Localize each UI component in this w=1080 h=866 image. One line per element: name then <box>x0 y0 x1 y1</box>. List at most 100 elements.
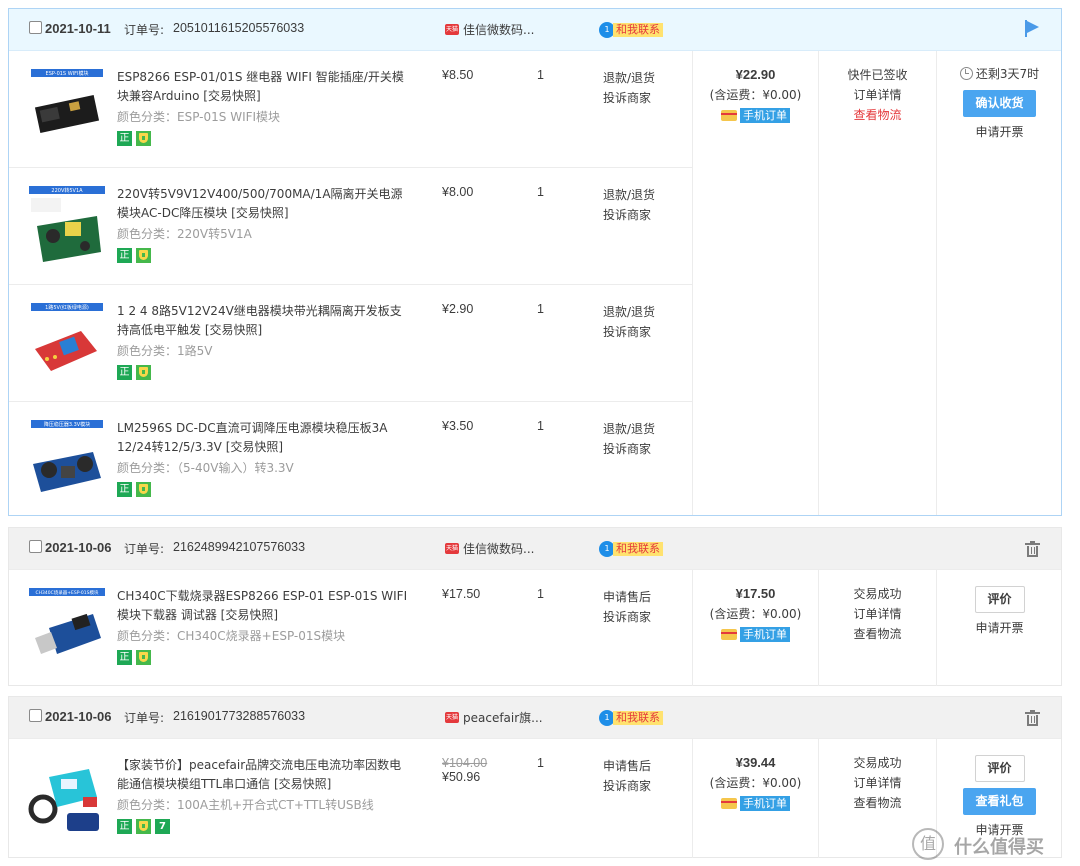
shield-icon[interactable] <box>136 819 151 834</box>
complain-link[interactable]: 投诉商家 <box>603 88 655 108</box>
product-title-link[interactable]: 【家装节价】peacefair品牌交流电压电流功率因数电能通信模块模组TTL串口… <box>117 756 412 794</box>
shield-icon[interactable] <box>136 650 151 665</box>
quantity: 1 <box>537 68 544 82</box>
product-image[interactable]: ESP-01S WIFI模块 <box>27 69 107 149</box>
list-item: 【家装节价】peacefair品牌交流电压电流功率因数电能通信模块模组TTL串口… <box>9 739 692 858</box>
product-image[interactable]: 220V转5V1A <box>27 186 107 266</box>
order-number: 2161901773288576033 <box>173 709 306 723</box>
product-title-link[interactable]: CH340C下载烧录器ESP8266 ESP-01 ESP-01S WIFI模块… <box>117 587 412 625</box>
order-body: CH340C烧录器+ESP-01S模块 CH340C下载烧录器ESP8266 E… <box>9 570 1061 686</box>
snapshot-link[interactable]: [交易快照] <box>203 89 260 103</box>
order-number-label: 订单号: <box>124 542 165 556</box>
seven-day-return-icon[interactable]: 7 <box>155 819 170 834</box>
product-image[interactable] <box>27 757 107 837</box>
order-detail-link[interactable]: 订单详情 <box>819 773 936 793</box>
order-operations: 还剩3天7时 确认收货 申请开票 <box>937 51 1062 140</box>
trash-icon[interactable] <box>1025 710 1040 726</box>
trash-icon[interactable] <box>1025 541 1040 557</box>
order-status: 快件已签收 订单详情 查看物流 <box>819 51 936 125</box>
snapshot-link[interactable]: [交易快照] <box>274 777 331 791</box>
genuine-icon[interactable]: 正 <box>117 819 132 834</box>
quantity: 1 <box>537 756 544 770</box>
product-image[interactable]: CH340C烧录器+ESP-01S模块 <box>27 588 107 668</box>
order-date: 2021-10-06 <box>45 709 112 724</box>
after-sales-link[interactable]: 申请售后 <box>603 587 651 607</box>
order-number: 2162489942107576033 <box>173 540 306 554</box>
mobile-order-tag: 手机订单 <box>693 108 818 123</box>
genuine-icon[interactable]: 正 <box>117 248 132 263</box>
complain-link[interactable]: 投诉商家 <box>603 439 655 459</box>
after-sales-link[interactable]: 申请售后 <box>603 756 651 776</box>
status-text: 交易成功 <box>853 587 902 601</box>
refund-link[interactable]: 退款/退货 <box>603 302 655 322</box>
product-sku: 颜色分类：220V转5V1A <box>117 227 252 241</box>
shield-icon[interactable] <box>136 482 151 497</box>
order-body: ESP-01S WIFI模块 ESP8266 ESP-01/01S 继电器 WI… <box>9 51 1061 515</box>
invoice-link[interactable]: 申请开票 <box>937 123 1062 140</box>
product-image[interactable]: 1路5V(红板绿电源) <box>27 303 107 383</box>
product-title-link[interactable]: 220V转5V9V12V400/500/700MA/1A隔离开关电源模块AC-D… <box>117 185 412 223</box>
invoice-link[interactable]: 申请开票 <box>937 619 1062 636</box>
refund-link[interactable]: 退款/退货 <box>603 419 655 439</box>
complain-link[interactable]: 投诉商家 <box>603 322 655 342</box>
contact-label: 和我联系 <box>613 23 663 37</box>
order-checkbox[interactable] <box>29 709 42 722</box>
shield-icon[interactable] <box>136 365 151 380</box>
unit-price: ¥8.00 <box>442 185 474 199</box>
complain-link[interactable]: 投诉商家 <box>603 776 651 796</box>
genuine-icon[interactable]: 正 <box>117 365 132 380</box>
order-number: 2051011615205576033 <box>173 21 305 35</box>
product-image[interactable]: 降压稳压器3.3V模块 <box>27 420 107 500</box>
complain-link[interactable]: 投诉商家 <box>603 607 651 627</box>
product-title-link[interactable]: LM2596S DC-DC直流可调降压电源模块稳压板3A 12/24转12/5/… <box>117 419 412 457</box>
shop-name-link[interactable]: peacefair旗... <box>463 709 543 726</box>
thumb-label: ESP-01S WIFI模块 <box>46 70 89 77</box>
genuine-icon[interactable]: 正 <box>117 482 132 497</box>
mobile-order-label: 手机订单 <box>740 796 790 811</box>
order-date: 2021-10-11 <box>45 21 111 36</box>
view-logistics-link[interactable]: 查看物流 <box>819 105 936 125</box>
product-title-link[interactable]: ESP8266 ESP-01/01S 继电器 WIFI 智能插座/开关模块兼容A… <box>117 68 412 106</box>
view-gift-button[interactable]: 查看礼包 <box>963 788 1036 815</box>
refund-link[interactable]: 退款/退货 <box>603 68 655 88</box>
aftersale-links: 退款/退货 投诉商家 <box>603 302 655 342</box>
genuine-icon[interactable]: 正 <box>117 650 132 665</box>
snapshot-link[interactable]: [交易快照] <box>226 440 283 454</box>
list-item: CH340C烧录器+ESP-01S模块 CH340C下载烧录器ESP8266 E… <box>9 570 692 686</box>
quantity: 1 <box>537 185 544 199</box>
order-detail-link[interactable]: 订单详情 <box>819 85 936 105</box>
view-logistics-link[interactable]: 查看物流 <box>819 793 936 813</box>
complain-link[interactable]: 投诉商家 <box>603 205 655 225</box>
unit-price: ¥2.90 <box>442 302 474 316</box>
order-checkbox[interactable] <box>29 21 42 34</box>
watermark: 值 什么值得买 <box>910 828 1070 862</box>
flag-icon[interactable] <box>1025 20 1041 37</box>
aftersale-links: 退款/退货 投诉商家 <box>603 419 655 459</box>
pay-amount: ¥39.44 <box>735 755 776 770</box>
order-checkbox[interactable] <box>29 540 42 553</box>
current-price: ¥50.96 <box>442 770 481 784</box>
payment-info: ¥17.50 (含运费：¥0.00) 手机订单 <box>693 570 818 642</box>
payment-info: ¥22.90 (含运费：¥0.00) 手机订单 <box>693 51 818 123</box>
contact-label: 和我联系 <box>613 542 663 556</box>
product-title-link[interactable]: 1 2 4 8路5V12V24V继电器模块带光耦隔离开发板支持高低电平触发 [交… <box>117 302 412 340</box>
snapshot-link[interactable]: [交易快照] <box>231 206 288 220</box>
shield-icon[interactable] <box>136 248 151 263</box>
snapshot-link[interactable]: [交易快照] <box>205 323 262 337</box>
pay-amount: ¥22.90 <box>735 67 776 82</box>
refund-link[interactable]: 退款/退货 <box>603 185 655 205</box>
shop-name-link[interactable]: 佳信微数码... <box>463 21 534 38</box>
original-price: ¥104.00 <box>442 756 488 770</box>
service-badges: 正 <box>117 248 155 264</box>
view-logistics-link[interactable]: 查看物流 <box>819 624 936 644</box>
confirm-receipt-button[interactable]: 确认收货 <box>963 90 1036 117</box>
review-button[interactable]: 评价 <box>974 755 1025 782</box>
shop-name-link[interactable]: 佳信微数码... <box>463 540 534 557</box>
snapshot-link[interactable]: [交易快照] <box>221 608 278 622</box>
genuine-icon[interactable]: 正 <box>117 131 132 146</box>
order-detail-link[interactable]: 订单详情 <box>819 604 936 624</box>
pay-amount: ¥17.50 <box>735 586 776 601</box>
shield-icon[interactable] <box>136 131 151 146</box>
review-button[interactable]: 评价 <box>974 586 1025 613</box>
aftersale-links: 退款/退货 投诉商家 <box>603 68 655 108</box>
